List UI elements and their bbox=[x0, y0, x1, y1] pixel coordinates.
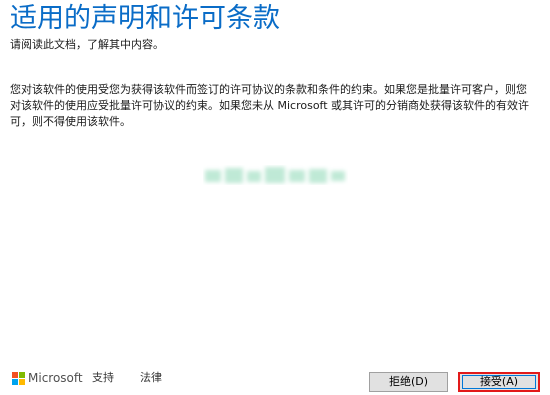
microsoft-logo-icon bbox=[12, 372, 25, 385]
license-text-line: 您对该软件的使用受您为获得该软件而签订的许可协议的条款和条件的约束。如果您是批量… bbox=[10, 83, 527, 96]
page-title: 适用的声明和许可条款 bbox=[10, 3, 280, 34]
accept-button-label: 接受(A) bbox=[479, 375, 519, 388]
decline-button-label: 拒绝(D) bbox=[388, 375, 429, 388]
legal-link[interactable]: 法律 bbox=[140, 371, 162, 385]
license-text-line: 对该软件的使用应受批量许可协议的约束。如果您未从 Microsoft 或其许可的… bbox=[10, 99, 530, 112]
accept-button[interactable]: 接受(A) bbox=[458, 372, 540, 392]
support-link[interactable]: 支持 bbox=[92, 371, 114, 385]
license-text: 您对该软件的使用受您为获得该软件而签订的许可协议的条款和条件的约束。如果您是批量… bbox=[10, 82, 538, 130]
watermark-image bbox=[205, 167, 345, 183]
microsoft-brand-label: Microsoft bbox=[28, 371, 83, 385]
license-text-line: 可，则不得使用该软件。 bbox=[10, 115, 131, 128]
decline-button[interactable]: 拒绝(D) bbox=[369, 372, 448, 392]
page-subtitle: 请阅读此文档，了解其中内容。 bbox=[10, 38, 164, 51]
microsoft-brand: Microsoft bbox=[12, 370, 83, 386]
